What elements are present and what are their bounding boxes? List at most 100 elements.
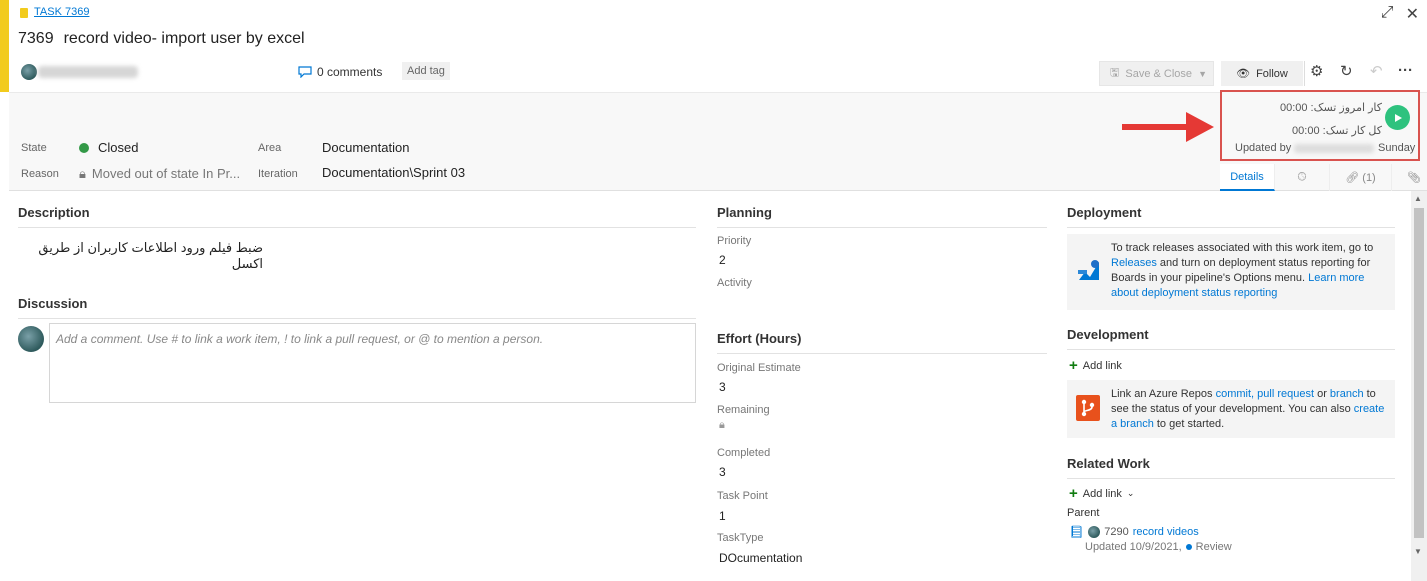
task-point-value[interactable]: 1: [719, 509, 726, 523]
description-text[interactable]: ضبط فیلم ورود اطلاعات کاربران از طریق اک…: [18, 240, 263, 272]
effort-heading: Effort (Hours): [717, 331, 802, 346]
tab-links[interactable]: 🔗︎ (1): [1330, 164, 1392, 191]
priority-value[interactable]: 2: [719, 253, 726, 267]
links-count: (1): [1362, 171, 1376, 184]
azure-repos-icon: [1076, 395, 1100, 421]
follow-button[interactable]: 👁 Follow: [1221, 61, 1303, 86]
history-icon: 🕓︎: [1297, 171, 1307, 183]
reason-label: Reason: [21, 168, 59, 180]
scroll-down-icon[interactable]: ▼: [1414, 547, 1422, 556]
plus-icon: +: [1069, 357, 1078, 374]
related-add-link-button[interactable]: + Add link ⌄: [1069, 485, 1134, 502]
comment-icon: [298, 66, 312, 78]
link-icon: 🔗︎: [1345, 172, 1363, 184]
lock-icon: 🔒︎: [79, 166, 86, 181]
task-type-value[interactable]: DOcumentation: [719, 551, 802, 565]
priority-label: Priority: [717, 235, 752, 247]
parent-item-state: Review: [1195, 541, 1232, 553]
follow-label: Follow: [1256, 67, 1288, 80]
eye-icon: 👁: [1236, 68, 1251, 80]
azure-pipelines-icon: [1078, 260, 1099, 280]
timer-widget: کار امروز تسک: 00:00 کل کار تسک: 00:00 U…: [1220, 90, 1420, 161]
completed-label: Completed: [717, 447, 771, 459]
save-close-button[interactable]: 🖫 Save & Close ▼: [1099, 61, 1214, 86]
assignee-name-redacted[interactable]: [38, 66, 138, 78]
description-heading: Description: [18, 205, 90, 220]
book-icon: 📘︎: [1069, 525, 1085, 539]
save-close-label: Save & Close: [1125, 67, 1193, 80]
completed-value[interactable]: 3: [719, 465, 726, 479]
development-heading: Development: [1067, 327, 1149, 342]
parent-item-id: 7290: [1104, 526, 1129, 538]
refresh-icon[interactable]: ↻: [1340, 62, 1353, 80]
reason-value: Moved out of state In Pr...: [91, 166, 241, 181]
area-value[interactable]: Documentation: [322, 140, 409, 155]
remaining-label: Remaining: [717, 404, 770, 416]
commit-link[interactable]: commit,: [1216, 388, 1255, 400]
planning-divider: [717, 227, 1047, 228]
current-user-avatar: [18, 326, 44, 352]
task-link[interactable]: TASK 7369: [34, 6, 89, 18]
review-state-dot-icon: [1185, 544, 1192, 550]
development-divider: [1067, 349, 1395, 350]
development-info-box: Link an Azure Repos commit, pull request…: [1067, 380, 1395, 438]
scrollbar-thumb[interactable]: [1414, 208, 1424, 538]
undo-icon[interactable]: ↶: [1370, 62, 1383, 80]
parent-work-item[interactable]: 📘︎ 7290 record videos: [1069, 525, 1199, 539]
assignee-avatar[interactable]: [21, 64, 37, 80]
total-work-time: کل کار تسک: 00:00: [1292, 125, 1382, 137]
today-work-time: کار امروز تسک: 00:00: [1279, 102, 1382, 114]
iteration-value[interactable]: Documentation\Sprint 03: [322, 165, 465, 180]
effort-divider: [717, 353, 1047, 354]
related-work-divider: [1067, 478, 1395, 479]
expand-icon[interactable]: ⤢: [1381, 4, 1394, 24]
more-actions-icon[interactable]: ···: [1398, 62, 1413, 79]
original-estimate-value[interactable]: 3: [719, 380, 726, 394]
development-add-link-label: Add link: [1082, 359, 1122, 372]
related-add-link-label: Add link: [1082, 487, 1122, 500]
deployment-divider: [1067, 227, 1395, 228]
close-icon[interactable]: ✕: [1406, 4, 1419, 24]
discussion-heading: Discussion: [18, 296, 88, 311]
activity-field[interactable]: [717, 292, 1037, 308]
work-item-title[interactable]: 7369 record video- import user by excel: [18, 30, 305, 48]
work-item-title-text[interactable]: record video- import user by excel: [64, 30, 305, 47]
annotation-arrow-icon: [1122, 112, 1214, 142]
scroll-up-icon[interactable]: ▲: [1414, 194, 1422, 203]
tab-attachments[interactable]: 📎︎: [1392, 164, 1427, 191]
deployment-heading: Deployment: [1067, 205, 1142, 220]
updated-day: Sunday: [1378, 142, 1416, 154]
state-label: State: [21, 142, 47, 154]
comment-input[interactable]: Add a comment. Use # to link a work item…: [49, 323, 696, 403]
updated-by-user-redacted: [1294, 144, 1374, 153]
gear-icon[interactable]: ⚙: [1310, 62, 1323, 80]
discussion-divider: [18, 318, 696, 319]
plus-icon: +: [1069, 485, 1078, 502]
reason-field: 🔒︎ Moved out of state In Pr...: [79, 166, 240, 182]
add-tag-button[interactable]: Add tag: [402, 62, 450, 80]
activity-label: Activity: [717, 277, 752, 289]
chevron-down-icon: ⌄: [1126, 488, 1135, 498]
development-text-2: or: [1317, 388, 1327, 400]
parent-label: Parent: [1067, 507, 1100, 519]
original-estimate-label: Original Estimate: [717, 362, 801, 374]
description-divider: [18, 227, 696, 228]
work-item-tabs: Details 🕓︎ 🔗︎ (1) 📎︎: [1220, 164, 1427, 191]
chevron-down-icon[interactable]: ▼: [1198, 69, 1207, 79]
development-text-4: to get started.: [1156, 418, 1225, 430]
development-add-link-button[interactable]: + Add link: [1069, 357, 1122, 374]
parent-item-title[interactable]: record videos: [1133, 526, 1199, 538]
releases-link[interactable]: Releases: [1111, 257, 1157, 269]
area-label: Area: [258, 142, 282, 154]
toolbar-divider: [1304, 61, 1305, 86]
related-work-heading: Related Work: [1067, 456, 1150, 471]
work-item-id: 7369: [18, 30, 54, 47]
tab-details[interactable]: Details: [1220, 164, 1275, 191]
pull-request-link[interactable]: pull request: [1257, 388, 1314, 400]
state-field[interactable]: Closed: [79, 140, 138, 155]
tab-history[interactable]: 🕓︎: [1275, 164, 1330, 191]
branch-link[interactable]: branch: [1330, 388, 1364, 400]
comments-link[interactable]: 0 comments: [298, 65, 382, 79]
remaining-lock-icon: 🔒︎: [719, 419, 725, 431]
play-timer-button[interactable]: [1385, 105, 1410, 130]
